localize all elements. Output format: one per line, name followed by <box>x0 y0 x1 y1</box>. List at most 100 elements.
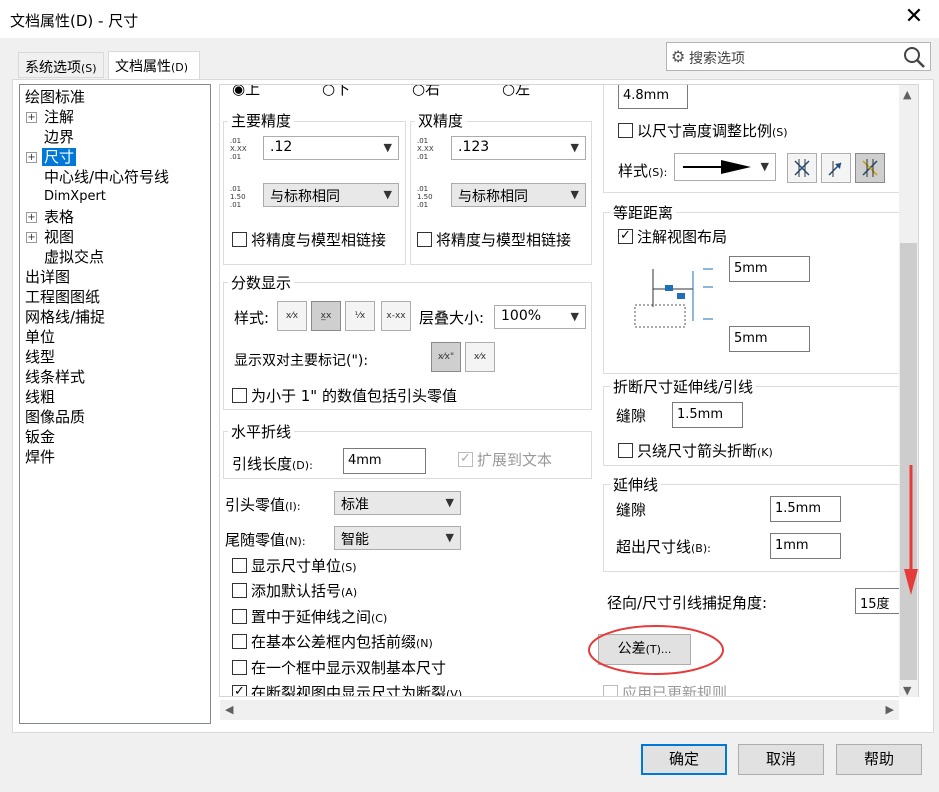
fraction-style-slash-button[interactable]: x⁄x <box>277 301 307 331</box>
primary-precision-combo[interactable]: .12 ▼ <box>263 136 399 160</box>
tree-item-dimxpert[interactable]: DimXpert <box>44 187 106 207</box>
window-title: 文档属性(D) - 尺寸 <box>10 12 139 30</box>
radio-left[interactable]: ○左 <box>502 84 530 99</box>
scale-with-height-checkbox[interactable] <box>618 123 633 138</box>
arrow-height-input[interactable]: 4.8mm <box>618 85 688 109</box>
tree-item-line-font[interactable]: 线型 <box>25 347 55 367</box>
tree-item-units[interactable]: 单位 <box>25 327 55 347</box>
apply-rules-checkbox[interactable] <box>603 685 618 696</box>
tree-item-centerlines[interactable]: 中心线/中心符号线 <box>44 167 169 187</box>
fraction-style-label: 样式: <box>234 309 270 327</box>
label-accel: (I): <box>285 500 301 513</box>
primary-tolerance-combo[interactable]: 与标称相同 ▼ <box>263 183 399 207</box>
dual-precision-title: 双精度 <box>415 110 467 131</box>
button-glyph: ⅟x <box>354 311 366 321</box>
cancel-button[interactable]: 取消 <box>738 744 824 775</box>
default-parentheses-checkbox[interactable] <box>232 583 247 598</box>
expand-icon[interactable]: + <box>26 232 37 243</box>
search-icon[interactable] <box>902 45 926 69</box>
tree-item-views[interactable]: 视图 <box>44 227 74 247</box>
tree-item-sheet-metal[interactable]: 钣金 <box>25 427 55 447</box>
break-gap-input[interactable]: 1.5mm <box>672 402 743 428</box>
tree-item-grid-snap[interactable]: 网格线/捕捉 <box>25 307 105 327</box>
primary-link-checkbox[interactable] <box>232 232 247 247</box>
radio-right[interactable]: ○右 <box>412 85 440 99</box>
expand-icon[interactable]: + <box>26 112 37 123</box>
tree-label: 焊件 <box>25 448 56 466</box>
radial-snap-input[interactable]: 15度 <box>855 588 902 614</box>
tree-item-borders[interactable]: 边界 <box>44 127 74 147</box>
tree-item-dimensions[interactable]: 尺寸 <box>42 147 77 167</box>
tree-item-tables[interactable]: 表格 <box>44 207 74 227</box>
primary-link-label: 将精度与模型相链接 <box>251 231 387 249</box>
tree-item-annotations[interactable]: 注解 <box>44 107 74 127</box>
tab-document-properties[interactable]: 文档属性(D) <box>108 51 200 79</box>
label-text: 显示尺寸单位 <box>251 557 342 575</box>
broken-view-checkbox[interactable]: ✓ <box>232 685 247 696</box>
tree-item-weldments[interactable]: 焊件 <box>25 447 55 467</box>
ok-button[interactable]: 确定 <box>641 744 727 775</box>
tree-item-drawing-sheets[interactable]: 工程图图纸 <box>25 287 100 307</box>
arrow-style-combo[interactable]: ▼ <box>674 153 776 181</box>
radio-top[interactable]: ◉上 <box>232 85 260 99</box>
tab-system-options[interactable]: 系统选项(S) <box>18 52 104 78</box>
dual-basic-checkbox[interactable] <box>232 660 247 675</box>
chevron-down-icon: ▼ <box>383 188 392 201</box>
horizontal-scrollbar[interactable]: ◀ ▶ <box>220 700 899 720</box>
tree-item-image-quality[interactable]: 图像品质 <box>25 407 85 427</box>
break-around-arrows-checkbox[interactable] <box>618 443 633 458</box>
extend-to-text-checkbox[interactable]: ✓ <box>458 452 473 467</box>
leader-length-input[interactable]: 4mm <box>343 448 426 474</box>
outside-arrows-button[interactable] <box>787 153 817 183</box>
fraction-style-stacked-button[interactable]: x̲x <box>311 301 341 331</box>
tree-item-line-style[interactable]: 线条样式 <box>25 367 85 387</box>
beyond-dim-line-input[interactable]: 1mm <box>770 533 841 559</box>
scroll-left-icon[interactable]: ◀ <box>225 703 233 716</box>
dual-primary-on-button[interactable]: x⁄x" <box>431 342 461 372</box>
tree-item-detailing[interactable]: 出详图 <box>25 267 70 287</box>
combo-value: 与标称相同 <box>270 189 340 205</box>
search-input[interactable]: ⚙ 搜索选项 <box>666 42 931 71</box>
outside-arrows-icon <box>794 159 810 177</box>
broken-view-label: 在断裂视图中显示尺寸为断裂(V) <box>251 682 462 696</box>
scroll-up-icon[interactable]: ▲ <box>903 88 911 101</box>
expand-icon[interactable]: + <box>26 212 37 223</box>
offset-distance-1-input[interactable]: 5mm <box>729 256 810 282</box>
scale-with-height-label: 以尺寸高度调整比例(S) <box>637 120 788 141</box>
dual-tolerance-combo[interactable]: 与标称相同 ▼ <box>451 183 586 207</box>
annotation-view-layout-checkbox[interactable]: ✓ <box>618 229 633 244</box>
tree-item-virtual-sharps[interactable]: 虚拟交点 <box>44 247 104 267</box>
radio-bottom[interactable]: ○下 <box>322 85 350 99</box>
tree-label: 网格线/捕捉 <box>25 308 106 326</box>
gear-icon[interactable]: ⚙ <box>671 47 685 66</box>
leading-zeros-combo[interactable]: 标准 ▼ <box>334 491 461 515</box>
dual-primary-off-button[interactable]: x⁄x <box>465 342 495 372</box>
fraction-style-dash-button[interactable]: x-xx <box>381 301 411 331</box>
inside-arrows-button[interactable] <box>821 153 851 183</box>
offset-distance-2-input[interactable]: 5mm <box>729 326 810 352</box>
basic-prefix-checkbox[interactable] <box>232 634 247 649</box>
show-units-checkbox[interactable] <box>232 558 247 573</box>
tree-label: 视图 <box>44 228 75 246</box>
expand-icon[interactable]: + <box>26 152 37 163</box>
trailing-zeros-combo[interactable]: 智能 ▼ <box>334 526 461 550</box>
label-text: 添加默认括号 <box>251 582 342 600</box>
leading-zero-fraction-checkbox[interactable] <box>232 388 247 403</box>
tree-item-line-thickness[interactable]: 线粗 <box>25 387 55 407</box>
smart-arrows-button[interactable] <box>855 153 885 183</box>
vertical-scroll-thumb[interactable] <box>900 243 917 680</box>
dual-precision-combo[interactable]: .123 ▼ <box>451 136 586 160</box>
tree-item-drafting-standard[interactable]: 绘图标准 <box>25 87 85 107</box>
radio-icon: ○ <box>502 84 516 98</box>
help-button[interactable]: 帮助 <box>836 744 922 775</box>
scroll-right-icon[interactable]: ▶ <box>886 703 894 716</box>
dual-link-checkbox[interactable] <box>417 232 432 247</box>
stack-size-combo[interactable]: 100% ▼ <box>494 305 586 329</box>
close-icon[interactable]: ✕ <box>903 6 925 28</box>
options-tree[interactable]: 绘图标准 + 注解 边界 + 尺寸 中心线/中心符号线 DimXpert + 表… <box>19 84 211 724</box>
search-placeholder: 搜索选项 <box>689 51 745 67</box>
scroll-down-icon[interactable]: ▼ <box>903 684 911 697</box>
extension-gap-input[interactable]: 1.5mm <box>770 496 841 522</box>
center-between-checkbox[interactable] <box>232 609 247 624</box>
fraction-style-diagonal-button[interactable]: ⅟x <box>345 301 375 331</box>
